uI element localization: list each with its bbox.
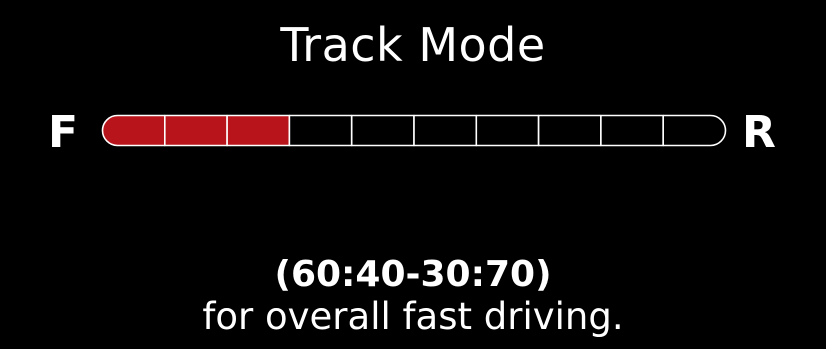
bar-segment-empty <box>600 114 664 147</box>
rear-label: R <box>742 107 776 158</box>
bar-segment-empty <box>413 114 478 147</box>
bar-segment-empty <box>662 114 727 147</box>
torque-split-bar <box>101 114 727 147</box>
bar-segment-filled <box>164 114 228 147</box>
front-label: F <box>48 107 79 158</box>
mode-title: Track Mode <box>280 18 546 72</box>
bar-segment-empty <box>475 114 540 147</box>
bar-segment-empty <box>537 114 602 147</box>
bar-segment-filled <box>101 114 166 147</box>
bar-segment-empty <box>288 114 353 147</box>
mode-description: for overall fast driving. <box>202 295 624 338</box>
bar-segment-empty <box>350 114 415 147</box>
bar-segment-filled <box>226 114 291 147</box>
